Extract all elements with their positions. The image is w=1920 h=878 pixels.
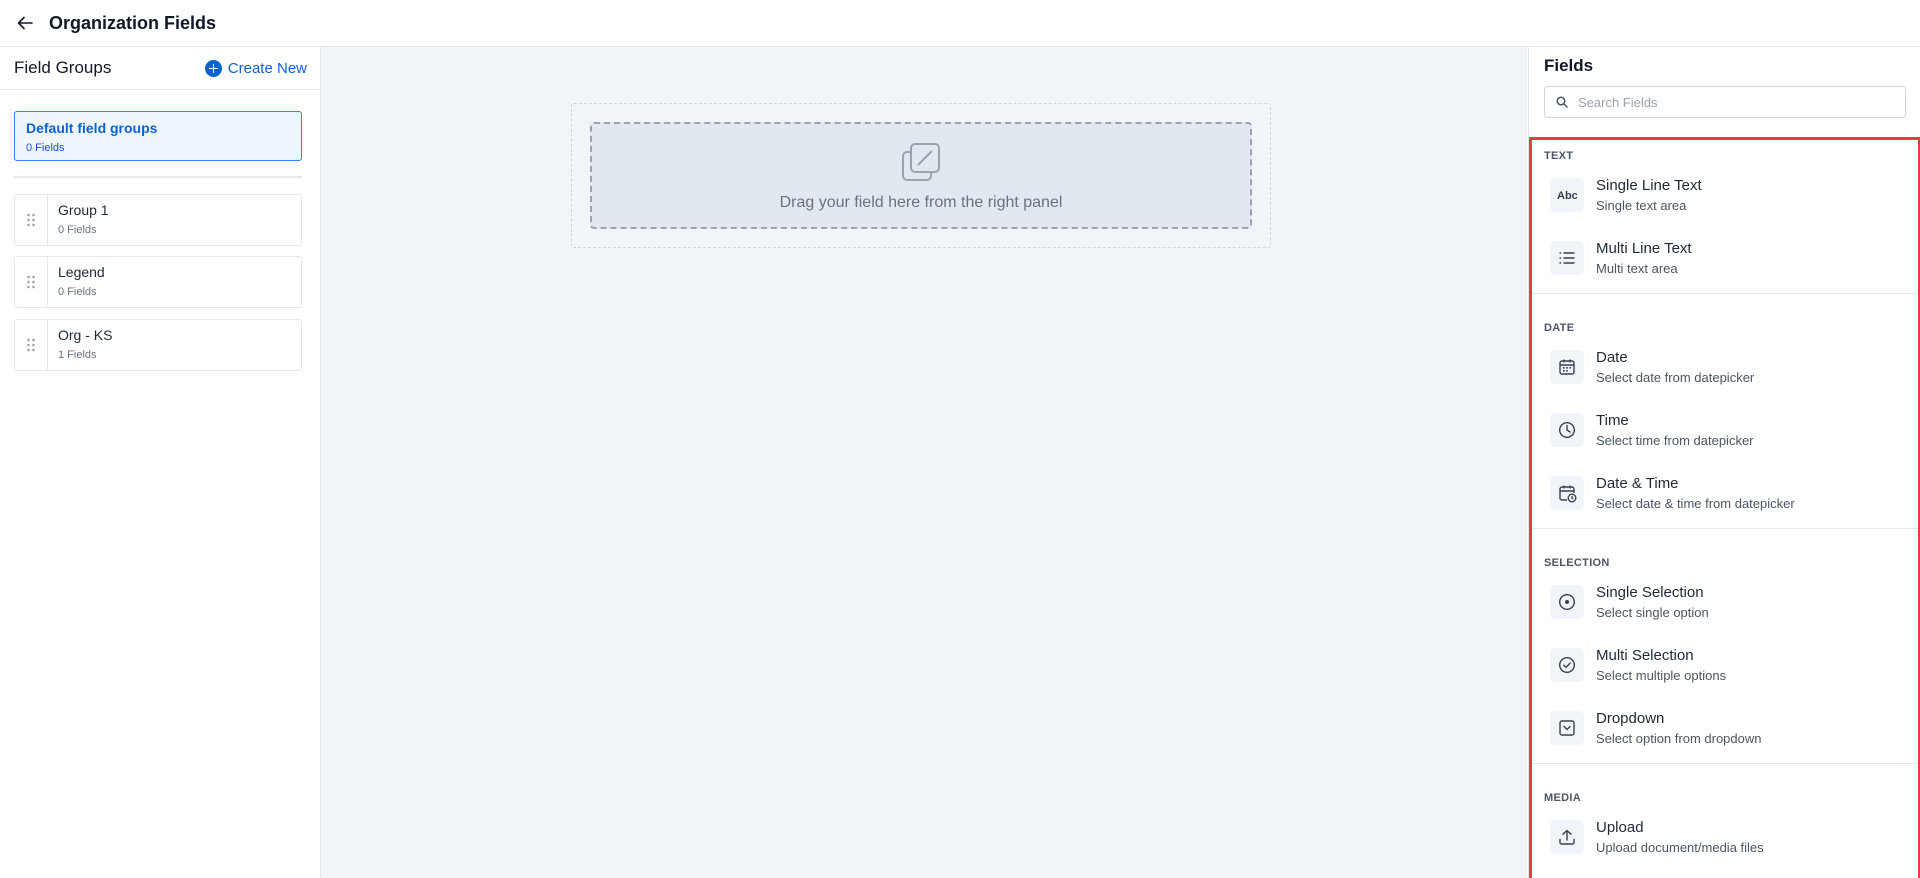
field-groups-header: Field Groups Create New: [0, 47, 320, 90]
create-new-button[interactable]: Create New: [204, 59, 307, 77]
field-title: Multi Line Text: [1596, 240, 1692, 257]
field-title: Single Line Text: [1596, 177, 1702, 194]
create-new-label: Create New: [227, 59, 307, 77]
group-name: Org - KS: [58, 327, 113, 343]
field-groups-panel: Field Groups Create New Default field gr…: [0, 47, 321, 878]
field-title: Time: [1596, 412, 1629, 429]
drop-zone-text: Drag your field here from the right pane…: [779, 194, 1063, 211]
field-multi-selection[interactable]: Multi Selection Select multiple options: [1550, 639, 1900, 691]
page-title: Organization Fields: [49, 12, 217, 33]
group-card[interactable]: Group 1 0 Fields: [14, 194, 302, 246]
drag-handle-icon: [27, 275, 35, 289]
field-desc: Select time from datepicker: [1596, 433, 1754, 448]
top-bar: Organization Fields: [0, 0, 1920, 47]
field-desc: Select single option: [1596, 605, 1709, 620]
field-title: Date: [1596, 349, 1628, 366]
field-single-selection[interactable]: Single Selection Select single option: [1550, 576, 1900, 628]
field-title: Dropdown: [1596, 710, 1665, 727]
fields-panel: Fields TEXT Abc Single Line Text Single t…: [1528, 47, 1920, 878]
drag-handle[interactable]: [15, 195, 48, 245]
field-types-list: TEXT Abc Single Line Text Single text are…: [1529, 137, 1920, 878]
drop-zone[interactable]: Drag your field here from the right pane…: [590, 122, 1252, 229]
dropdown-icon: [1559, 720, 1575, 736]
section-divider: [1532, 293, 1918, 294]
field-desc: Select option from dropdown: [1596, 731, 1762, 746]
field-desc: Select date from datepicker: [1596, 370, 1755, 385]
section-label-selection: SELECTION: [1544, 557, 1610, 569]
group-card[interactable]: Org - KS 1 Fields: [14, 319, 302, 371]
check-circle-icon: [1558, 656, 1576, 674]
default-field-group[interactable]: Default field groups 0 Fields: [14, 111, 302, 161]
group-card[interactable]: Legend 0 Fields: [14, 256, 302, 308]
back-button[interactable]: [13, 11, 37, 35]
field-desc: Select multiple options: [1596, 668, 1727, 683]
section-divider: [1532, 528, 1918, 529]
clock-icon: [1558, 421, 1576, 439]
field-desc: Select date & time from datepicker: [1596, 496, 1795, 511]
drag-handle[interactable]: [15, 320, 48, 370]
field-multi-line-text[interactable]: Multi Line Text Multi text area: [1550, 232, 1900, 284]
fields-title: Fields: [1544, 56, 1594, 75]
field-date-time[interactable]: Date & Time Select date & time from datep…: [1550, 467, 1900, 519]
field-dropdown[interactable]: Dropdown Select option from dropdown: [1550, 702, 1900, 754]
group-count: 0 Fields: [58, 286, 97, 298]
group-count: 0 Fields: [58, 224, 97, 236]
field-desc: Single text area: [1596, 198, 1687, 213]
group-name: Group 1: [58, 202, 109, 218]
abc-icon: Abc: [1557, 190, 1577, 201]
section-divider: [1532, 763, 1918, 764]
group-count: 0 Fields: [26, 142, 65, 154]
copy-placeholder-icon: [902, 143, 940, 181]
upload-icon: [1559, 829, 1575, 845]
form-canvas: Drag your field here from the right pane…: [321, 47, 1527, 878]
group-count: 1 Fields: [58, 349, 97, 361]
section-label-text: TEXT: [1544, 150, 1574, 162]
radio-icon: [1558, 593, 1576, 611]
field-title: Date & Time: [1596, 475, 1679, 492]
drag-handle-icon: [27, 338, 35, 352]
list-icon: [1559, 252, 1575, 264]
search-icon: [1556, 96, 1568, 108]
svg-text:Abc: Abc: [1557, 190, 1577, 201]
field-title: Upload: [1596, 819, 1644, 836]
field-title: Multi Selection: [1596, 647, 1694, 664]
drag-handle-icon: [27, 213, 35, 227]
section-label-media: MEDIA: [1544, 792, 1581, 804]
field-desc: Upload document/media files: [1596, 840, 1764, 855]
calendar-clock-icon: [1558, 485, 1576, 502]
section-label-date: DATE: [1544, 322, 1575, 334]
field-groups-title: Field Groups: [14, 58, 112, 77]
plus-circle-icon: [204, 59, 222, 77]
drop-zone-frame: Drag your field here from the right pane…: [571, 103, 1271, 248]
search-fields-input[interactable]: [1576, 93, 1880, 111]
field-time[interactable]: Time Select time from datepicker: [1550, 404, 1900, 456]
arrow-left-icon: [17, 16, 33, 30]
drag-handle[interactable]: [15, 257, 48, 307]
calendar-icon: [1559, 359, 1575, 375]
field-date[interactable]: Date Select date from datepicker: [1550, 341, 1900, 393]
group-name: Legend: [58, 264, 105, 280]
field-desc: Multi text area: [1596, 261, 1678, 276]
field-upload[interactable]: Upload Upload document/media files: [1550, 811, 1900, 863]
divider: [14, 176, 302, 178]
group-name: Default field groups: [26, 120, 158, 136]
field-title: Single Selection: [1596, 584, 1704, 601]
search-box: [1544, 86, 1906, 118]
field-single-line-text[interactable]: Abc Single Line Text Single text area: [1550, 169, 1900, 221]
